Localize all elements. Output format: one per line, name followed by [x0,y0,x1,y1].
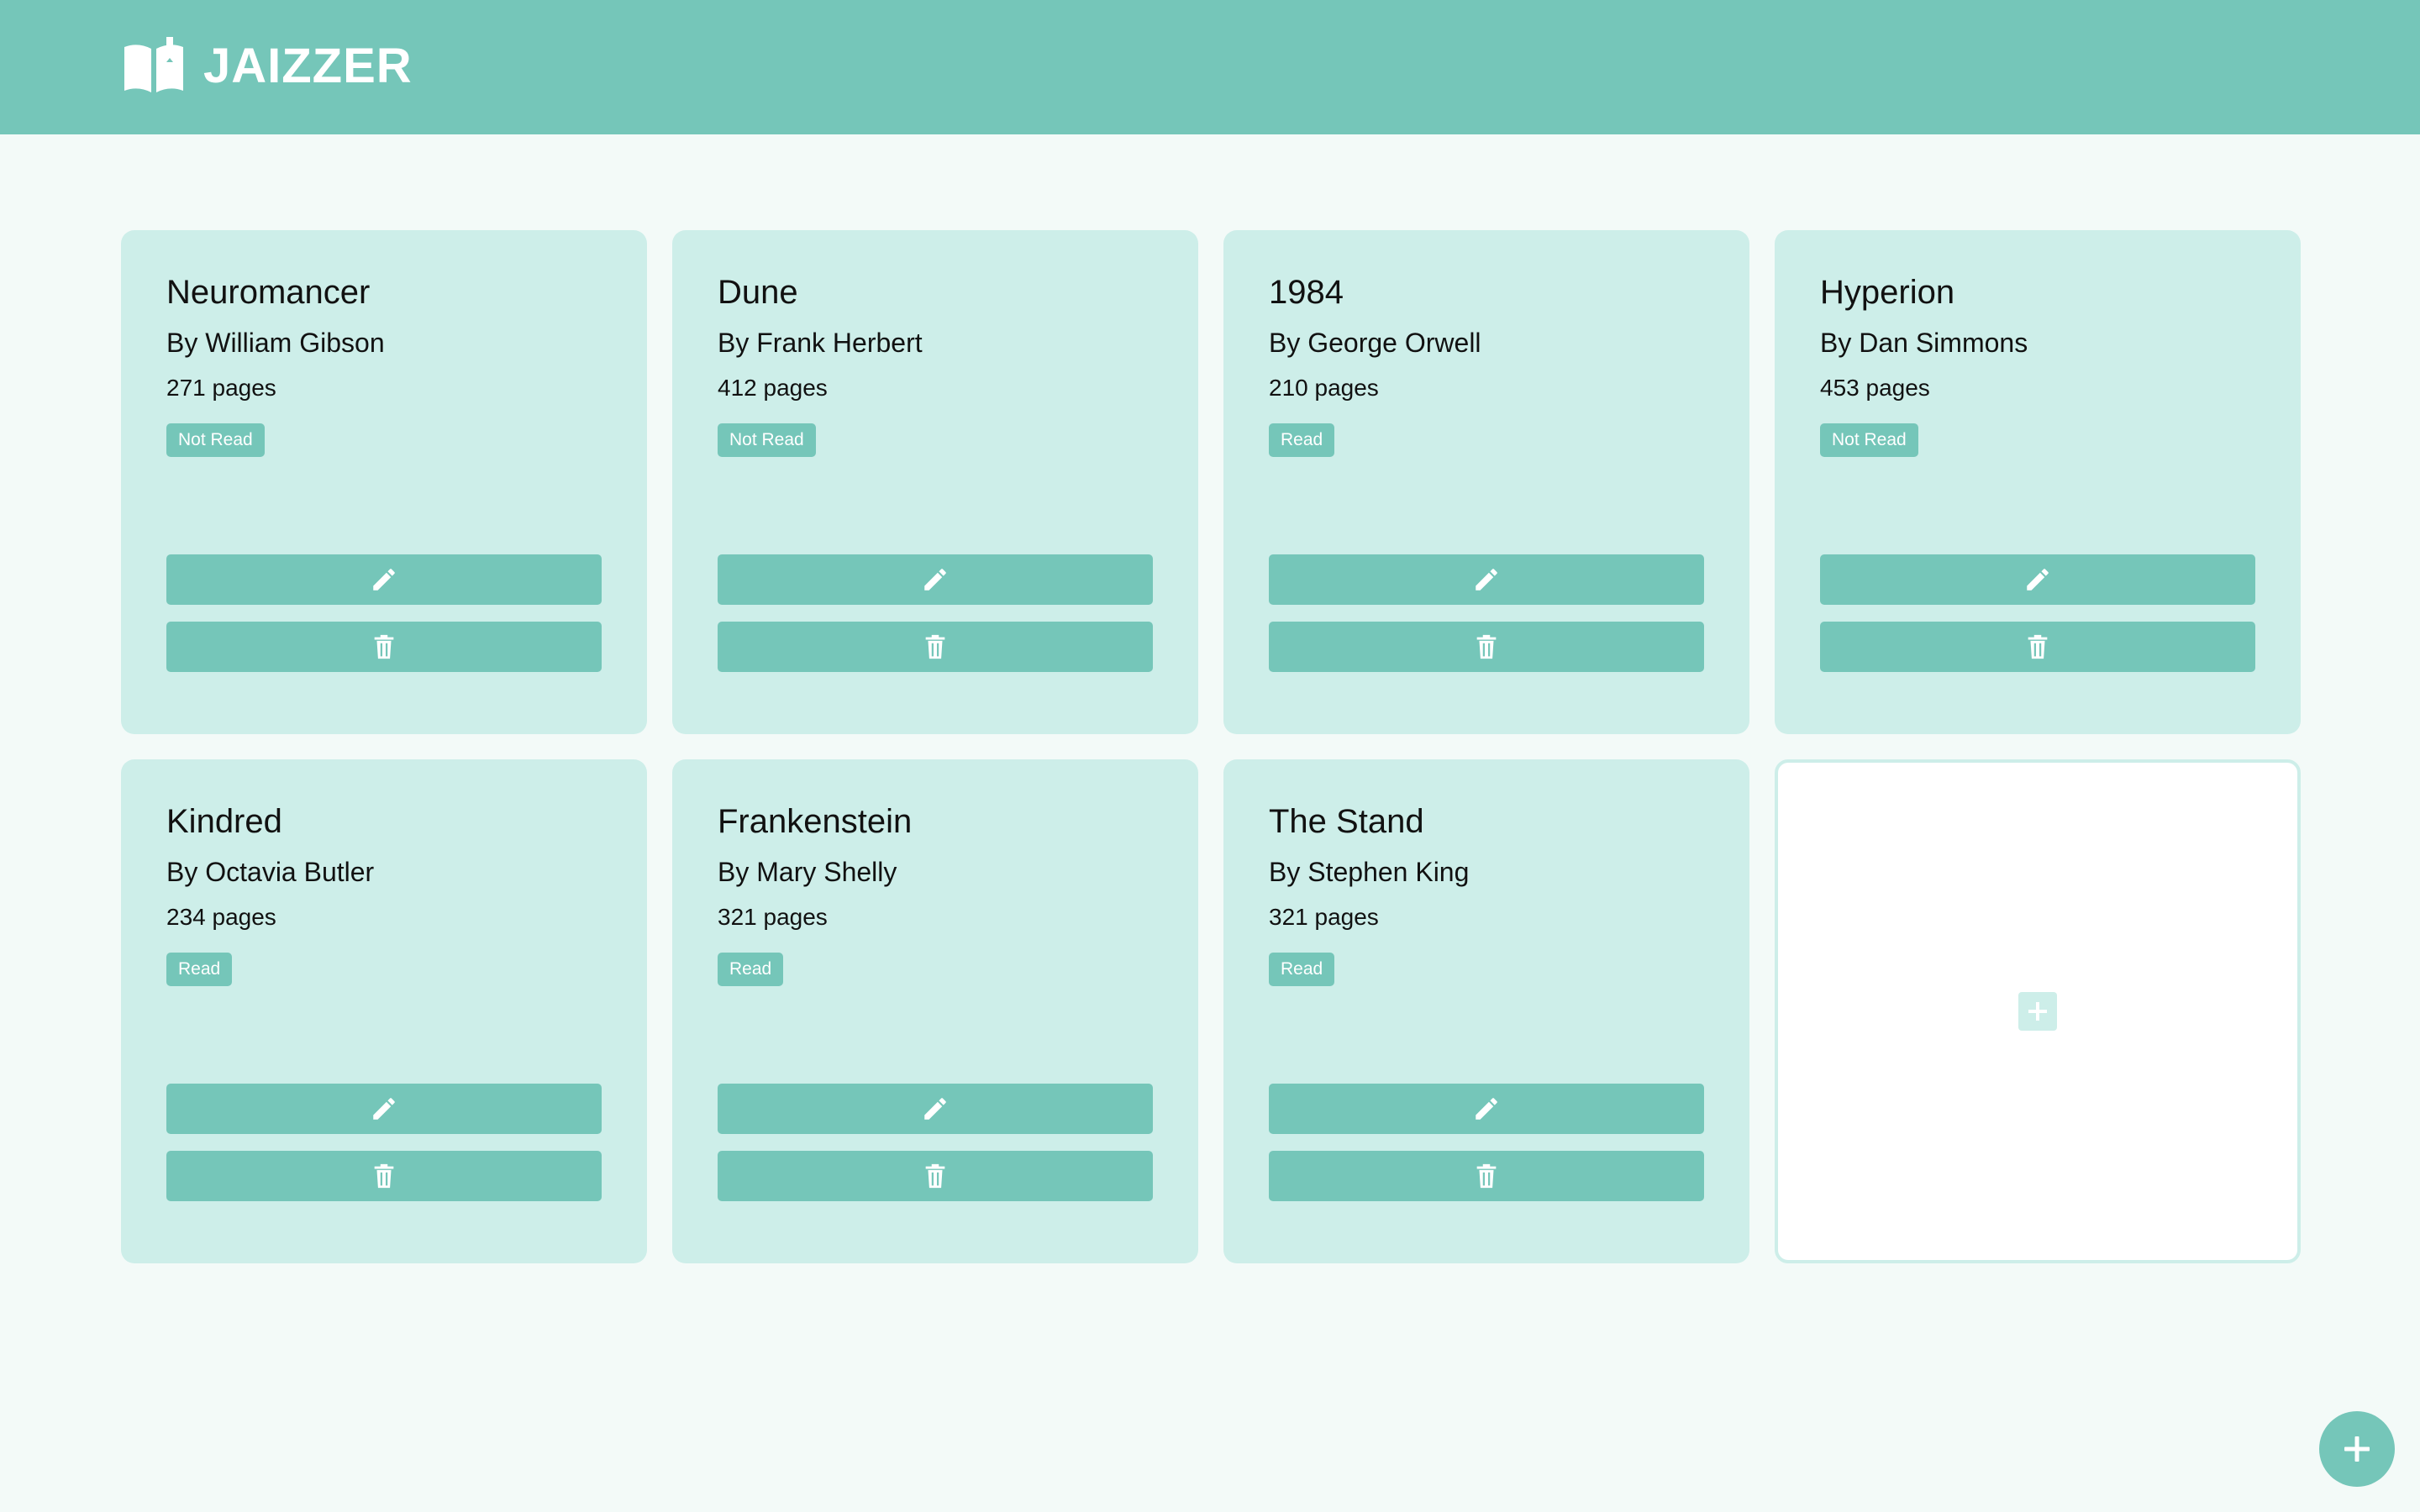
book-pages: 453 pages [1820,375,1930,401]
book-card: Dune By Frank Herbert 412 pages Not Read [672,230,1198,734]
book-card: Hyperion By Dan Simmons 453 pages Not Read [1775,230,2301,734]
pencil-icon [370,565,398,594]
brand-name: JAIZZER [203,39,413,93]
book-pages: 234 pages [166,904,276,930]
book-pages: 412 pages [718,375,828,401]
book-author: By William Gibson [166,328,385,358]
book-pages: 210 pages [1269,375,1379,401]
book-author: By Octavia Butler [166,857,375,887]
book-author: By Dan Simmons [1820,328,2028,358]
add-book-fab[interactable] [2319,1411,2395,1487]
book-author: By Frank Herbert [718,328,923,358]
plus-icon [2344,1436,2370,1462]
status-badge[interactable]: Not Read [718,423,816,457]
edit-button[interactable] [166,554,602,605]
brand[interactable]: JAIZZER [123,37,413,96]
book-author: By Mary Shelly [718,857,897,887]
book-title: Frankenstein [718,803,913,840]
delete-button[interactable] [166,622,602,672]
trash-icon [370,633,398,661]
pencil-icon [2023,565,2052,594]
delete-button[interactable] [1820,622,2255,672]
status-badge[interactable]: Read [166,953,233,986]
trash-icon [1472,1162,1501,1190]
delete-button[interactable] [166,1151,602,1201]
delete-button[interactable] [718,1151,1153,1201]
pencil-icon [370,1095,398,1123]
book-title: Dune [718,274,798,311]
pencil-icon [921,565,950,594]
edit-button[interactable] [1820,554,2255,605]
book-pages: 321 pages [718,904,828,930]
delete-button[interactable] [1269,622,1704,672]
edit-button[interactable] [1269,554,1704,605]
book-title: Hyperion [1820,274,1955,311]
pencil-icon [1472,1095,1501,1123]
book-title: The Stand [1269,803,1424,840]
status-badge[interactable]: Read [718,953,784,986]
trash-icon [2023,633,2052,661]
book-title: 1984 [1269,274,1344,311]
book-pages: 321 pages [1269,904,1379,930]
status-badge[interactable]: Not Read [166,423,265,457]
pencil-icon [921,1095,950,1123]
book-card: Kindred By Octavia Butler 234 pages Read [121,759,647,1263]
add-book-card[interactable] [1775,759,2301,1263]
trash-icon [921,1162,950,1190]
trash-icon [1472,633,1501,661]
book-title: Kindred [166,803,282,840]
delete-button[interactable] [1269,1151,1704,1201]
status-badge[interactable]: Not Read [1820,423,1918,457]
book-title: Neuromancer [166,274,371,311]
book-pages: 271 pages [166,375,276,401]
book-card: The Stand By Stephen King 321 pages Read [1223,759,1749,1263]
delete-button[interactable] [718,622,1153,672]
edit-button[interactable] [718,554,1153,605]
plus-square-icon [2018,992,2057,1031]
edit-button[interactable] [166,1084,602,1134]
book-card: Neuromancer By William Gibson 271 pages Not… [121,230,647,734]
open-book-icon [124,37,183,92]
edit-button[interactable] [718,1084,1153,1134]
pencil-icon [1472,565,1501,594]
book-author: By George Orwell [1269,328,1481,358]
book-author: By Stephen King [1269,857,1470,887]
edit-button[interactable] [1269,1084,1704,1134]
trash-icon [370,1162,398,1190]
status-badge[interactable]: Read [1269,423,1335,457]
app-header: JAIZZER [0,0,2420,134]
book-card: 1984 By George Orwell 210 pages Read [1223,230,1749,734]
book-card: Frankenstein By Mary Shelly 321 pages Read [672,759,1198,1263]
trash-icon [921,633,950,661]
status-badge[interactable]: Read [1269,953,1335,986]
